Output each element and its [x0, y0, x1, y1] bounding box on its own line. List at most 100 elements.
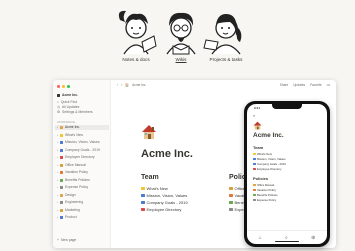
settings-button[interactable]: ⚙ Settings & Members: [57, 110, 93, 115]
sidebar-item-label: Product: [65, 215, 77, 219]
phone-team-label: Mission, Vision, Values: [257, 157, 286, 161]
phone-policy-link[interactable]: Benefits Policies: [253, 193, 278, 197]
sidebar-item[interactable]: › Office Manual: [57, 163, 86, 168]
team-page-label: Company Goals - 2019: [146, 200, 188, 205]
mobile-phone-mockup: 9:41 ≡ Acme Inc. Team What's New Mission,…: [244, 101, 330, 247]
chevron-right-icon[interactable]: ›: [57, 200, 58, 205]
phone-team-heading: Team: [253, 145, 264, 150]
page-icon: [141, 186, 145, 191]
phone-team-link[interactable]: Employee Directory: [253, 167, 281, 171]
chevron-right-icon[interactable]: ›: [57, 125, 58, 130]
sidebar-item[interactable]: › Company Goals - 2019: [57, 148, 100, 153]
page-icon: [229, 207, 233, 212]
forward-arrow-icon[interactable]: ›: [121, 83, 122, 87]
phone-policy-link[interactable]: Vacation Policy: [253, 188, 276, 192]
page-icon: [253, 157, 256, 161]
team-page-link[interactable]: Employee Directory: [141, 207, 181, 212]
page-icon: [141, 207, 145, 212]
chevron-right-icon[interactable]: ›: [57, 140, 58, 145]
phone-policy-link[interactable]: Expense Policy: [253, 198, 276, 202]
chevron-right-icon[interactable]: ›: [57, 215, 58, 220]
chevron-right-icon[interactable]: ›: [57, 185, 58, 190]
team-page-link[interactable]: What's New: [141, 186, 168, 191]
page-house-icon: [142, 125, 156, 139]
page-actions: Share Updates Favorite •••: [280, 83, 330, 87]
policy-page-link[interactable]: Office: [229, 186, 245, 191]
sidebar-item-label: Marketing: [65, 207, 80, 212]
sidebar-item-label: Mission, Vision, Values: [65, 140, 100, 144]
page-icon: [60, 193, 63, 197]
close-window-icon[interactable]: [57, 85, 60, 88]
sidebar-item-label: Design: [65, 192, 76, 197]
page-icon: [60, 141, 63, 144]
team-page-link[interactable]: Company Goals - 2019: [141, 200, 188, 205]
page-icon: [60, 156, 63, 159]
sidebar-item-label: Acme Inc.: [65, 125, 81, 129]
workspace-switcher[interactable]: Acme Inc.: [57, 93, 78, 98]
sidebar-item[interactable]: › Employee Directory: [57, 155, 95, 160]
page-icon: [253, 167, 256, 171]
back-arrow-icon[interactable]: ‹: [117, 83, 118, 87]
chevron-right-icon[interactable]: ›: [57, 133, 58, 138]
sidebar-item[interactable]: › Product: [57, 215, 77, 220]
team-page-link[interactable]: Mission, Vision, Values: [141, 193, 187, 198]
page-icon: [253, 198, 256, 202]
page-icon: [60, 216, 63, 219]
sidebar-item[interactable]: › What's New: [57, 133, 83, 138]
workspace-logo-icon: [57, 94, 60, 97]
chevron-right-icon[interactable]: ›: [57, 170, 58, 175]
sidebar-item-label: Engineering: [65, 200, 84, 204]
chevron-right-icon[interactable]: ›: [57, 178, 58, 183]
favorite-button[interactable]: Favorite: [310, 83, 322, 87]
home-icon[interactable]: ⌂: [259, 235, 262, 241]
sidebar-item-label: Benefits Policies: [65, 177, 90, 182]
sidebar-item-label: Office Manual: [65, 162, 86, 167]
page-icon: [141, 193, 145, 198]
sidebar-item[interactable]: › Design: [57, 193, 76, 198]
breadcrumb-item[interactable]: Acme Inc.: [132, 83, 146, 87]
sidebar-item[interactable]: › Mission, Vision, Values: [57, 140, 100, 145]
phone-team-link[interactable]: Company Goals - 2019: [253, 162, 286, 166]
add-page-icon[interactable]: ⊕: [311, 235, 315, 241]
settings-label: Settings & Members: [62, 110, 93, 114]
sidebar: Acme Inc. ⌕ Quick Find ◷ All Updates ⚙ Sett…: [53, 80, 111, 248]
minimize-window-icon[interactable]: [62, 85, 65, 88]
chevron-right-icon[interactable]: ›: [57, 163, 58, 168]
gear-icon: ⚙: [57, 110, 61, 114]
page-icon: [253, 152, 256, 156]
search-icon[interactable]: ⌕: [285, 235, 288, 241]
top-bar: ‹ › 🏠 Acme Inc. Share Updates Favorite •…: [111, 80, 336, 90]
new-page-label: New page: [60, 238, 77, 242]
phone-policy-label: Vacation Policy: [257, 188, 276, 192]
phone-page-title: Acme Inc.: [253, 132, 284, 139]
sidebar-item[interactable]: › Marketing: [57, 208, 80, 213]
new-page-button[interactable]: + New page: [57, 238, 76, 243]
phone-team-link[interactable]: What's New: [253, 152, 272, 156]
chevron-right-icon[interactable]: ›: [57, 155, 58, 160]
maximize-window-icon[interactable]: [67, 85, 70, 88]
chevron-right-icon[interactable]: ›: [57, 208, 58, 213]
illustration-caption: Projects & tasks: [209, 57, 243, 62]
phone-team-label: Company Goals - 2019: [257, 162, 286, 166]
page-icon: [60, 171, 63, 174]
sidebar-item[interactable]: › Benefits Policies: [57, 178, 90, 183]
sidebar-item[interactable]: › Expense Policy: [57, 185, 88, 190]
sidebar-item[interactable]: › Vacation Policy: [57, 170, 88, 175]
page-icon: [60, 186, 63, 189]
share-button[interactable]: Share: [280, 83, 289, 87]
phone-team-link[interactable]: Mission, Vision, Values: [253, 157, 286, 161]
phone-menu-icon[interactable]: ≡: [253, 114, 255, 118]
phone-policy-link[interactable]: Office Manual: [253, 183, 274, 187]
projects-person-illustration: [203, 14, 242, 55]
page-title: Acme Inc.: [141, 148, 193, 160]
page-icon: [60, 133, 63, 137]
page-icon: [229, 200, 233, 205]
sidebar-item[interactable]: › Acme Inc.: [55, 125, 109, 130]
updates-button[interactable]: Updates: [293, 83, 305, 87]
sidebar-item-label: Employee Directory: [65, 155, 95, 159]
more-options-button[interactable]: •••: [327, 83, 330, 87]
chevron-right-icon[interactable]: ›: [57, 193, 58, 198]
sidebar-item[interactable]: › Engineering: [57, 200, 83, 205]
chevron-right-icon[interactable]: ›: [57, 148, 58, 153]
sidebar-item-label: Expense Policy: [65, 185, 89, 189]
